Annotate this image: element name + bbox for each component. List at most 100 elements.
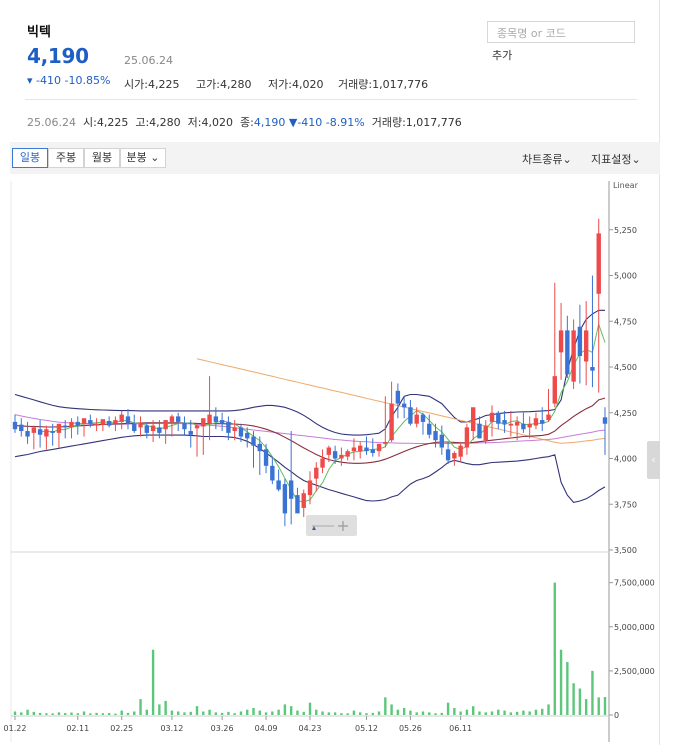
volume-bar <box>214 712 218 715</box>
volume-bar <box>315 709 318 715</box>
volume-bar <box>528 711 531 715</box>
volume-tick-label: 7,500,000 <box>614 579 655 588</box>
volume-bar <box>327 712 331 715</box>
volume-bar <box>547 704 550 715</box>
volume-bar <box>76 713 79 715</box>
volume-bar <box>453 707 456 715</box>
volume-bar <box>534 709 538 715</box>
candle-body <box>150 425 156 432</box>
volume-bar <box>352 710 356 715</box>
volume-bar <box>377 711 381 715</box>
candle-body <box>182 422 187 430</box>
volume-bar <box>359 712 362 715</box>
price-tick-label: 4,000 <box>614 455 637 464</box>
candle-body <box>226 421 231 433</box>
volume-bar <box>572 683 575 715</box>
volume-bar <box>591 670 594 715</box>
candle-body <box>577 326 583 357</box>
candle-body <box>508 423 514 426</box>
candle-body <box>175 416 181 422</box>
candles <box>12 218 608 527</box>
candle-body <box>527 423 532 428</box>
candle-body <box>514 421 520 426</box>
candle-body <box>496 412 501 424</box>
candle-body <box>276 480 281 490</box>
candle-body <box>420 414 426 422</box>
date-tick-label: 04.09 <box>255 724 278 733</box>
candle-body <box>138 423 143 428</box>
candle-body <box>69 421 74 428</box>
candle-body <box>201 418 206 427</box>
date-tick-label: 06.11 <box>449 724 472 733</box>
volume-bar <box>64 713 67 715</box>
candle-body <box>301 493 306 508</box>
date-tick-label: 01.22 <box>4 724 27 733</box>
date-tick-label: 03.12 <box>160 724 183 733</box>
volume-bar <box>264 712 268 715</box>
candle-body <box>163 420 168 430</box>
candle-body <box>245 432 250 439</box>
volume-bar <box>283 704 287 715</box>
candle-body <box>44 429 49 437</box>
volume-bar <box>70 712 73 715</box>
volume-bar <box>101 713 105 715</box>
volume-bar <box>333 712 337 715</box>
volume-bar <box>484 712 487 715</box>
candle-body <box>583 330 589 362</box>
volume-bar <box>176 711 180 715</box>
volume-bar <box>170 710 174 715</box>
volume-bar <box>227 711 230 715</box>
candle-body <box>364 447 369 452</box>
volume-bar <box>133 711 136 715</box>
ma20-line <box>14 397 606 464</box>
price-tick-label: 4,250 <box>614 409 637 418</box>
volume-bars <box>13 582 607 715</box>
volume-bar <box>409 710 412 715</box>
volume-bar <box>340 713 343 715</box>
candle-body <box>345 451 350 457</box>
candle-body <box>433 431 438 441</box>
candle-body <box>445 449 451 461</box>
volume-bar <box>584 699 588 715</box>
candle-body <box>270 465 275 481</box>
price-tick-label: 3,500 <box>614 546 637 555</box>
candle-body <box>401 403 407 408</box>
volume-bar <box>82 711 86 715</box>
volume-bar <box>553 582 556 715</box>
candle-body <box>188 431 193 435</box>
candle-body <box>282 484 288 514</box>
volume-bar <box>421 711 425 715</box>
candle-body <box>358 445 363 452</box>
candle-body <box>458 445 463 457</box>
candle-body <box>439 434 445 448</box>
panel-toggle-handle[interactable]: ‹ <box>647 441 660 479</box>
candle-body <box>602 417 608 424</box>
volume-bar <box>51 713 54 715</box>
volume-bar <box>151 649 155 715</box>
volume-bar <box>89 713 92 715</box>
candle-body <box>88 420 93 424</box>
volume-tick-label: 0 <box>614 711 619 720</box>
candle-body <box>125 416 131 424</box>
date-tick-label: 02.25 <box>110 724 133 733</box>
volume-bar <box>277 709 280 715</box>
volume-bar <box>233 713 236 715</box>
candle-body <box>113 420 118 424</box>
price-chart[interactable]: Linear 5,250 5,000 4,750 4,500 4,250 4,000 3,7… <box>0 0 677 745</box>
price-tick-label: 5,000 <box>614 272 637 281</box>
candle-body <box>119 414 124 422</box>
candle-body <box>351 447 357 452</box>
ma5-line <box>40 322 606 503</box>
volume-bar <box>559 649 563 715</box>
volume-bar <box>465 709 469 715</box>
candle-body <box>213 416 219 422</box>
candle-body <box>314 467 319 479</box>
volume-bar <box>45 713 48 715</box>
volume-bar <box>158 704 161 715</box>
volume-bar <box>202 711 205 715</box>
candle-body <box>56 423 62 433</box>
candle-body <box>558 330 564 353</box>
volume-bar <box>246 709 249 715</box>
volume-bar <box>189 711 192 715</box>
candle-body <box>533 418 539 426</box>
